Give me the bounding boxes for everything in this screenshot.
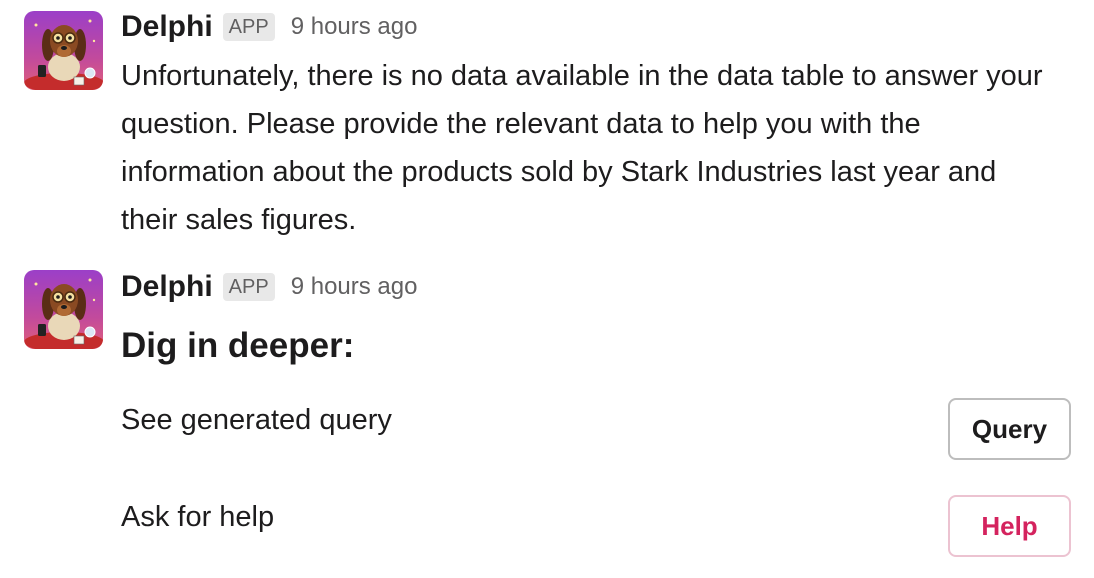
- bot-avatar[interactable]: [24, 270, 103, 349]
- message-header: Delphi APP 9 hours ago: [121, 269, 417, 305]
- app-badge: APP: [222, 273, 275, 301]
- help-button[interactable]: Help: [948, 495, 1071, 557]
- ask-help-label: Ask for help: [121, 501, 275, 533]
- section-title: Dig in deeper:: [121, 326, 355, 365]
- message-text: Unfortunately, there is no data availabl…: [121, 60, 1043, 236]
- query-button[interactable]: Query: [948, 398, 1071, 460]
- timestamp[interactable]: 9 hours ago: [291, 273, 418, 301]
- see-query-label: See generated query: [121, 404, 392, 436]
- message-header: Delphi APP 9 hours ago: [121, 9, 417, 45]
- dachshund-avatar-icon: [24, 11, 103, 90]
- timestamp[interactable]: 9 hours ago: [291, 13, 418, 41]
- sender-name[interactable]: Delphi: [121, 10, 213, 44]
- sender-name[interactable]: Delphi: [121, 270, 213, 304]
- app-badge: APP: [222, 13, 275, 41]
- dachshund-avatar-icon: [24, 270, 103, 349]
- bot-avatar[interactable]: [24, 11, 103, 90]
